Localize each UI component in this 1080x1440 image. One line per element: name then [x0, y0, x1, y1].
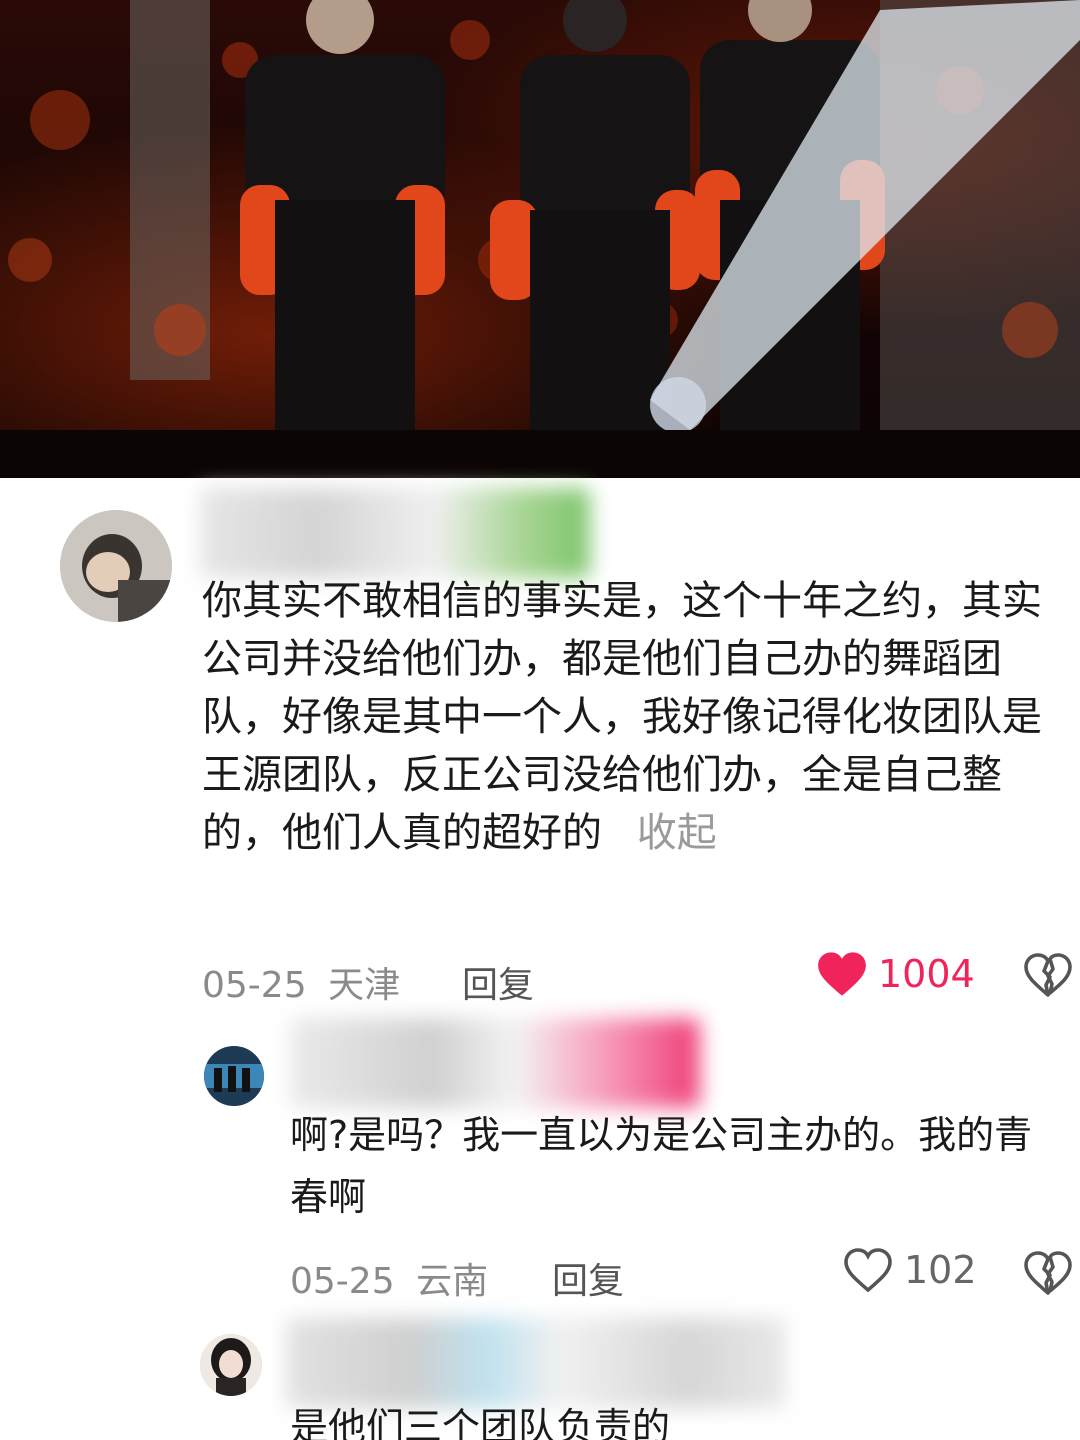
comment-text-content: 你其实不敢相信的事实是，这个十年之约，其实公司并没给他们办，都是他们自己办的舞蹈…: [202, 578, 1042, 856]
broken-heart-icon: [1024, 953, 1072, 997]
comment-location: 天津: [328, 965, 401, 1006]
concert-photo-illustration: [0, 0, 1080, 478]
broken-heart-icon: [1024, 1251, 1072, 1295]
reply-button[interactable]: 回复: [462, 956, 534, 1008]
avatar-image: [204, 1046, 264, 1106]
reply-button[interactable]: 回复: [552, 1252, 624, 1304]
comment-meta: 05-25 云南: [290, 1252, 488, 1304]
username-blurred[interactable]: [290, 1018, 700, 1108]
collapse-link[interactable]: 收起: [637, 810, 717, 856]
like-count: 102: [904, 1248, 977, 1292]
avatar[interactable]: [200, 1334, 262, 1396]
comment-2: 啊?是吗？我一直以为是公司主办的。我的青春啊 05-25 云南 回复 102: [0, 1008, 1080, 1308]
avatar[interactable]: [60, 510, 172, 622]
username-blurred[interactable]: [200, 488, 590, 578]
comment-screen: 你其实不敢相信的事实是，这个十年之约，其实公司并没给他们办，都是他们自己办的舞蹈…: [0, 0, 1080, 1440]
like-count: 1004: [878, 952, 975, 996]
comment-3: 是他们三个团队负责的: [0, 1308, 1080, 1440]
avatar-image: [60, 510, 172, 622]
comment-meta: 05-25 天津: [202, 956, 400, 1008]
username-blurred[interactable]: [286, 1318, 786, 1408]
heart-filled-icon: [818, 952, 866, 996]
like-button[interactable]: 1004: [816, 950, 975, 998]
comment-date: 05-25: [202, 965, 307, 1006]
heart-outline-icon: [844, 1248, 892, 1292]
comment-text: 啊?是吗？我一直以为是公司主办的。我的青春啊: [290, 1104, 1070, 1228]
avatar[interactable]: [204, 1046, 264, 1106]
comment-text-content: 啊?是吗？我一直以为是公司主办的。我的青春啊: [290, 1113, 1033, 1219]
comment-text: 你其实不敢相信的事实是，这个十年之约，其实公司并没给他们办，都是他们自己办的舞蹈…: [202, 572, 1062, 862]
comment-location: 云南: [416, 1261, 489, 1302]
comment-date: 05-25: [290, 1261, 395, 1302]
comment-text: 是他们三个团队负责的: [290, 1396, 1070, 1440]
avatar-image: [200, 1334, 262, 1396]
concert-photo: [0, 0, 1080, 478]
comment-text-content: 是他们三个团队负责的: [290, 1405, 671, 1440]
like-button[interactable]: 102: [844, 1248, 977, 1292]
dislike-button[interactable]: [1024, 952, 1072, 1002]
comment-1: 你其实不敢相信的事实是，这个十年之约，其实公司并没给他们办，都是他们自己办的舞蹈…: [0, 478, 1080, 1008]
dislike-button[interactable]: [1024, 1250, 1072, 1300]
